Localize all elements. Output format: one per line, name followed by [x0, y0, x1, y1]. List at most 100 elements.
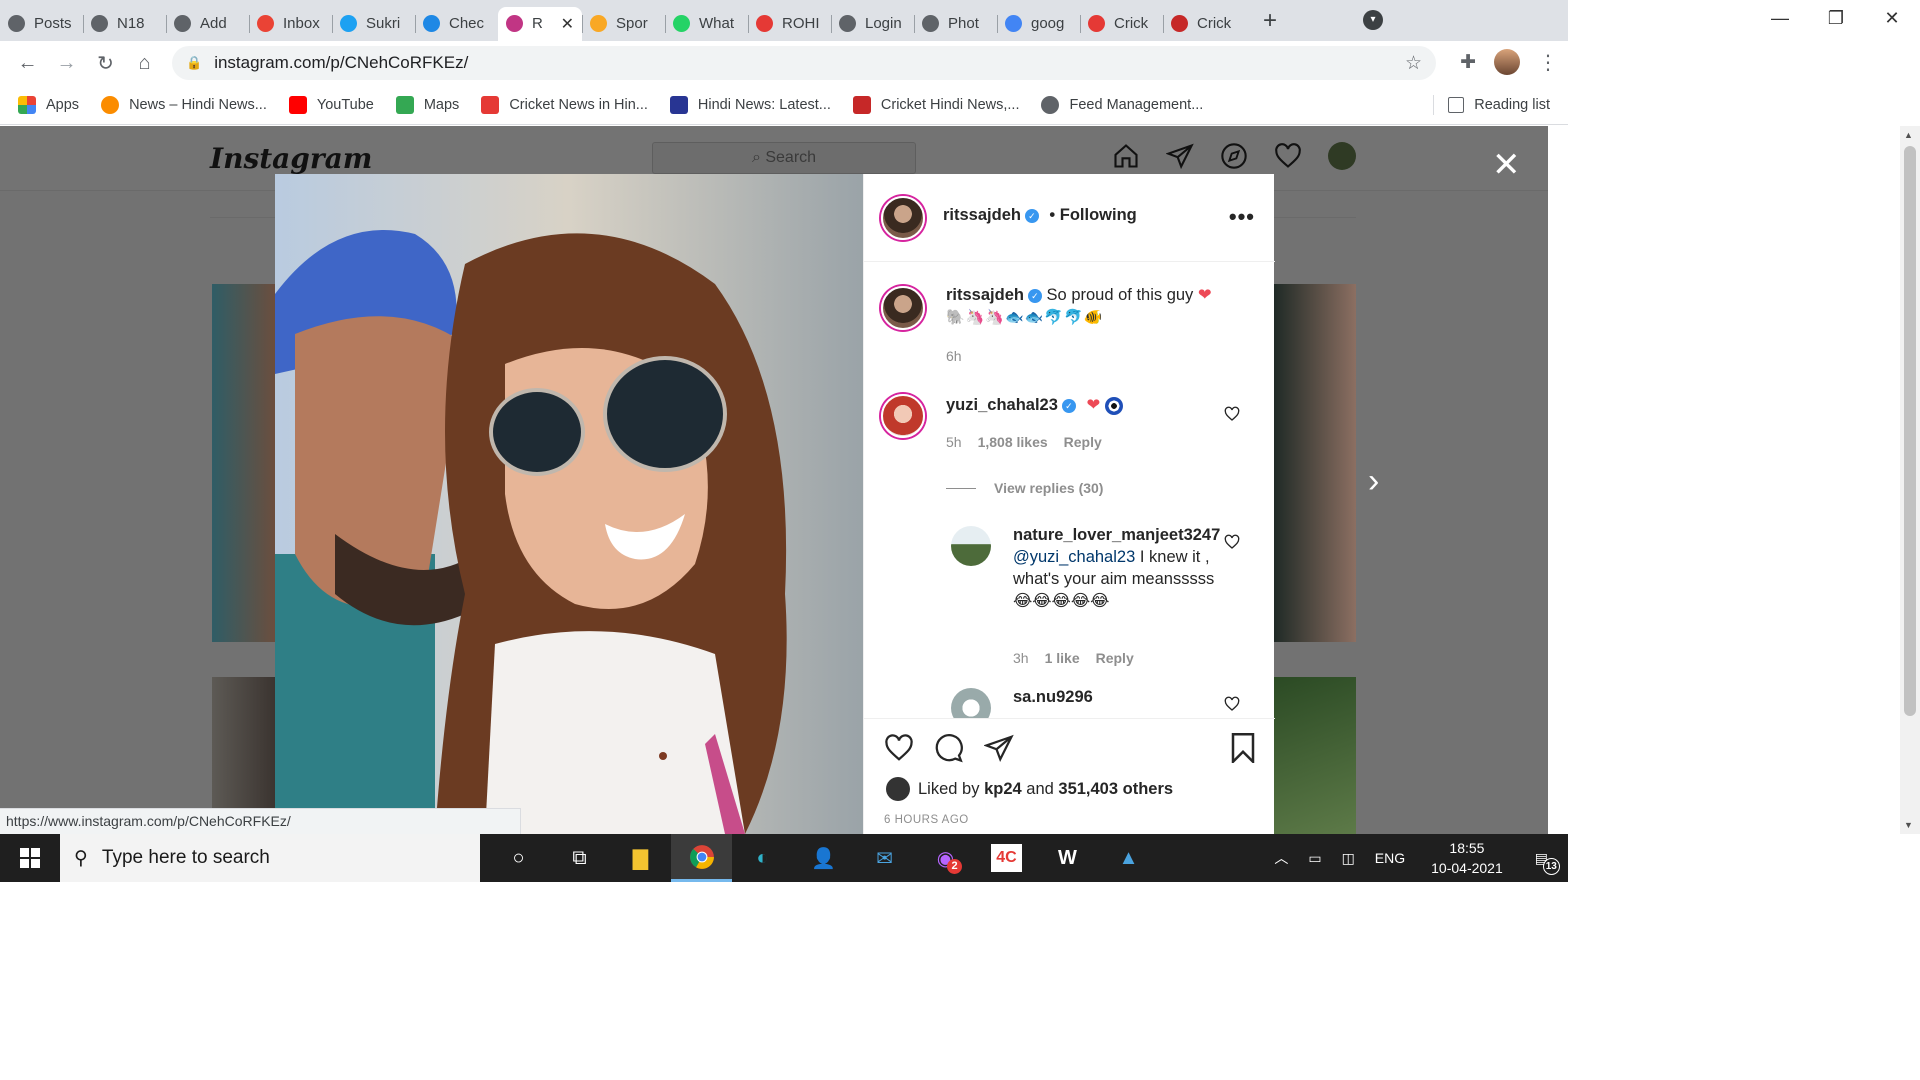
caption-username[interactable]: ritssajdeh [946, 286, 1024, 304]
network-icon[interactable]: ◫ [1342, 850, 1355, 867]
browser-tab[interactable]: Add [166, 7, 249, 41]
browser-tab[interactable]: Login [831, 7, 914, 41]
extensions-icon[interactable]: ✚ [1460, 51, 1476, 74]
word-icon[interactable]: W [1037, 834, 1098, 882]
lock-icon[interactable]: 🔒 [186, 55, 202, 71]
liked-others[interactable]: 351,403 others [1058, 780, 1173, 799]
instagram-logo[interactable]: Instagram [210, 142, 372, 175]
following-status[interactable]: • Following [1049, 206, 1136, 224]
browser-tab[interactable]: Crick [1163, 7, 1246, 41]
browser-tab[interactable]: Crick [1080, 7, 1163, 41]
caption-avatar[interactable] [881, 286, 925, 330]
bookmark-item[interactable]: Hindi News: Latest... [669, 95, 831, 114]
reply-username[interactable]: nature_lover_manjeet3247 [1013, 526, 1220, 544]
browser-tab[interactable]: Phot [914, 7, 997, 41]
cortana-icon[interactable]: ○ [488, 834, 549, 882]
profile-avatar[interactable] [1494, 49, 1520, 75]
bookmark-item[interactable]: News – Hindi News... [101, 95, 267, 114]
bookmark-item[interactable]: Feed Management... [1041, 95, 1203, 114]
home-icon[interactable] [1112, 142, 1140, 170]
author-avatar[interactable] [881, 196, 925, 240]
tab-search-button[interactable]: ▾ [1363, 10, 1383, 30]
restore-icon[interactable]: ❐ [1808, 8, 1864, 29]
close-tab-icon[interactable]: ✕ [561, 14, 574, 34]
comment-likes[interactable]: 1,808 likes [978, 434, 1048, 450]
view-replies-button[interactable]: View replies (30) [946, 480, 1103, 496]
app-4c-icon[interactable]: 4C [991, 844, 1022, 872]
edge-icon[interactable]: ◐ [732, 834, 793, 882]
close-modal-icon[interactable]: ✕ [1492, 148, 1521, 182]
home-icon[interactable]: ⌂ [125, 52, 164, 75]
post-time-ago[interactable]: 6 HOURS AGO [884, 814, 969, 826]
instagram-search-input[interactable]: ⌕ Search [652, 142, 916, 174]
browser-tab[interactable]: goog [997, 7, 1080, 41]
activity-heart-icon[interactable] [1274, 142, 1302, 170]
reply-mention[interactable]: @yuzi_chahal23 [1013, 548, 1135, 566]
back-icon[interactable]: ← [8, 52, 47, 75]
reply-reply-button[interactable]: Reply [1096, 650, 1134, 666]
scrollbar-thumb[interactable] [1904, 146, 1916, 716]
comment-bubble-icon[interactable] [934, 733, 964, 763]
post-photo[interactable] [275, 174, 863, 834]
save-bookmark-icon[interactable] [1229, 733, 1257, 765]
direct-message-icon[interactable] [1165, 142, 1194, 170]
close-window-icon[interactable]: ✕ [1864, 8, 1920, 29]
notifications-icon[interactable]: ▤ 13 [1535, 850, 1560, 875]
address-bar[interactable]: 🔒 instagram.com/p/CNehCoRFKEz/ ☆ [172, 46, 1436, 80]
like-heart-icon[interactable] [884, 733, 914, 763]
new-tab-icon[interactable]: + [1250, 7, 1290, 35]
show-hidden-icons-icon[interactable]: ︿ [1274, 848, 1288, 868]
commenter-avatar[interactable] [881, 394, 925, 438]
chrome-menu-icon[interactable]: ⋮ [1538, 50, 1558, 75]
reload-icon[interactable]: ↻ [86, 51, 125, 76]
browser-tab[interactable]: Chec [415, 7, 498, 41]
messenger-icon[interactable]: ◉ 2 [915, 834, 976, 882]
share-icon[interactable] [983, 733, 1014, 763]
page-scrollbar[interactable]: ▲ ▼ [1900, 126, 1920, 834]
reply-likes[interactable]: 1 like [1045, 650, 1080, 666]
chrome-icon[interactable] [671, 834, 732, 882]
mail-icon[interactable]: ✉ [854, 834, 915, 882]
taskbar-search-input[interactable]: ⚲ Type here to search [60, 834, 480, 882]
liker-avatar[interactable] [886, 777, 910, 801]
task-view-icon[interactable]: ⧉ [549, 834, 610, 882]
bookmark-star-icon[interactable]: ☆ [1405, 52, 1422, 75]
file-explorer-icon[interactable]: ▇ [610, 834, 671, 882]
reading-list-button[interactable]: Reading list [1433, 95, 1550, 115]
like-comment-heart-icon[interactable] [1224, 406, 1240, 422]
battery-icon[interactable]: ▭ [1308, 850, 1321, 867]
reply-avatar[interactable] [951, 526, 991, 566]
bookmark-item[interactable]: Cricket Hindi News,... [852, 95, 1019, 114]
reply-avatar[interactable] [951, 688, 991, 718]
browser-tab[interactable]: Posts [0, 7, 83, 41]
bookmark-item[interactable]: Apps [18, 95, 79, 114]
author-username[interactable]: ritssajdeh [943, 206, 1021, 224]
language-indicator[interactable]: ENG [1375, 850, 1405, 866]
comment-reply-button[interactable]: Reply [1064, 434, 1102, 450]
minimize-icon[interactable]: — [1752, 8, 1808, 29]
browser-tab[interactable]: ROHI [748, 7, 831, 41]
like-reply-heart-icon[interactable] [1224, 534, 1240, 550]
forward-icon[interactable]: → [47, 52, 86, 75]
browser-tab[interactable]: What [665, 7, 748, 41]
people-icon[interactable]: 👤 [793, 834, 854, 882]
reply-username[interactable]: sa.nu9296 [1013, 688, 1093, 706]
more-options-icon[interactable]: ••• [1229, 204, 1255, 230]
photos-icon[interactable]: ▲ [1098, 834, 1159, 882]
browser-tab[interactable]: N18 [83, 7, 166, 41]
next-post-arrow-icon[interactable]: › [1368, 462, 1379, 501]
scroll-down-icon[interactable]: ▼ [1904, 820, 1913, 830]
bookmark-item[interactable]: YouTube [288, 95, 374, 114]
browser-tab[interactable]: Sukri [332, 7, 415, 41]
comments-section[interactable]: ritssajdeh ✓ So proud of this guy ❤ 🐘🦄🦄🐟🐟… [864, 262, 1275, 718]
scroll-up-icon[interactable]: ▲ [1904, 130, 1913, 140]
windows-start-icon[interactable] [0, 834, 60, 882]
browser-tab[interactable]: R ✕ [498, 6, 582, 41]
bookmark-item[interactable]: Maps [395, 95, 459, 114]
browser-tab[interactable]: Spor [582, 7, 665, 41]
browser-tab[interactable]: Inbox [249, 7, 332, 41]
bookmark-item[interactable]: Cricket News in Hin... [481, 95, 648, 114]
comment-username[interactable]: yuzi_chahal23 [946, 396, 1058, 414]
profile-avatar[interactable] [1328, 142, 1356, 170]
explore-icon[interactable] [1220, 142, 1248, 170]
